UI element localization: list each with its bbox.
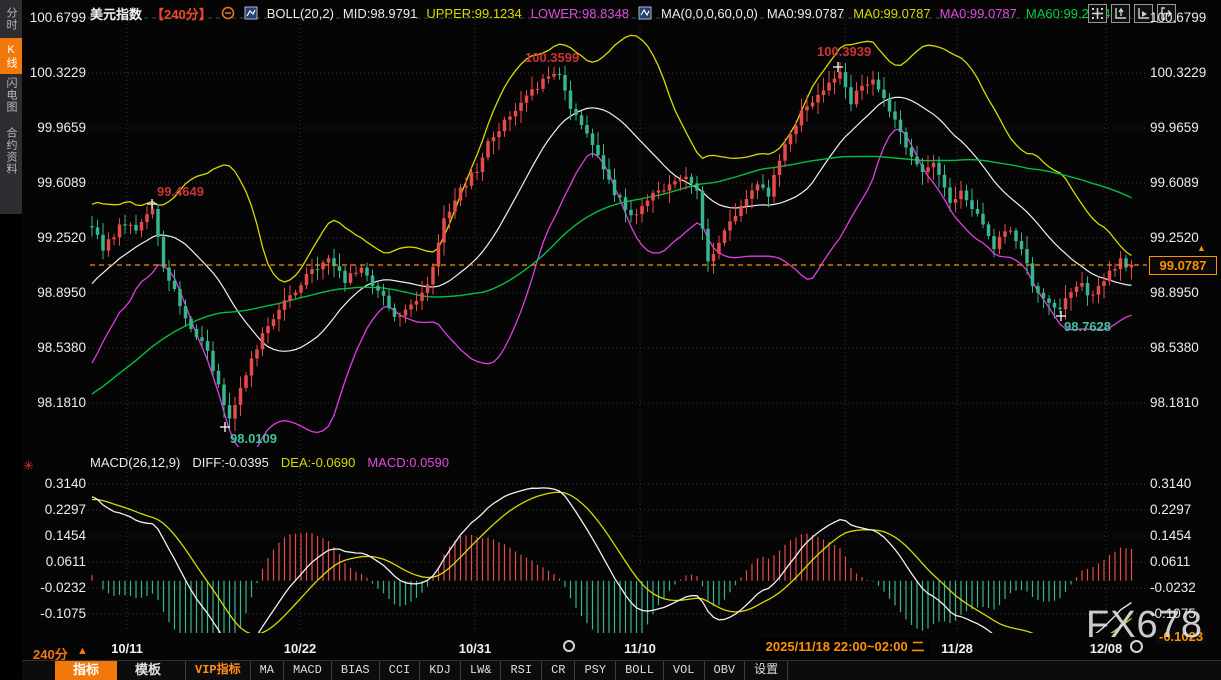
axis-label: 0.2297 xyxy=(1150,502,1191,517)
axis-label: 99.6089 xyxy=(1150,175,1199,190)
boll-mid-value: MID:98.9791 xyxy=(343,6,417,21)
instrument-title: 美元指数 xyxy=(90,4,142,23)
ma0-value-1: MA0:99.0787 xyxy=(767,6,844,21)
axis-label: -0.0232 xyxy=(24,580,86,595)
axis-label: 0.1454 xyxy=(1150,528,1191,543)
axis-label: 99.2520 xyxy=(24,230,86,245)
toolbar-item-vol[interactable]: VOL xyxy=(664,661,705,680)
toolbar-item-psy[interactable]: PSY xyxy=(575,661,616,680)
current-price-box: 99.0787 xyxy=(1149,256,1217,275)
xaxis-date-label: 10/31 xyxy=(459,641,492,656)
axis-label: 0.3140 xyxy=(1150,476,1191,491)
toolbar-item-cr[interactable]: CR xyxy=(542,661,575,680)
sidebar-tab-time-chart[interactable]: 分时图 xyxy=(0,2,22,36)
axis-label: 98.1810 xyxy=(24,395,86,410)
ma-label: MA(0,0,0,60,0,0) xyxy=(661,6,758,21)
macd-diff-value: DIFF:-0.0395 xyxy=(192,455,269,470)
boll-indicator-icon[interactable] xyxy=(244,6,258,20)
price-annotation: 98.0109 xyxy=(230,431,277,446)
toolbar-item-[interactable]: 设置 xyxy=(745,661,788,680)
sidebar-tab-kline-chart[interactable]: K线图 xyxy=(0,38,22,74)
crosshair-icon[interactable] xyxy=(1088,4,1107,23)
price-annotation: 99.4649 xyxy=(157,184,204,199)
toolbar-item-vip[interactable]: VIP指标 xyxy=(185,661,251,680)
axis-label: 0.0611 xyxy=(1150,554,1190,569)
candlestick-chart[interactable]: 99.4649 100.3599 100.3939 98.0109 98.7628 xyxy=(0,0,1221,679)
axis-label: 100.6799 xyxy=(24,10,86,25)
axis-label: 99.9659 xyxy=(24,120,86,135)
xaxis-date-label: 11/28 xyxy=(941,641,973,656)
sidebar: 分时图 K线图 闪电图 合约资料 xyxy=(0,0,22,679)
axis-label: 100.6799 xyxy=(1150,10,1206,25)
axis-label: 100.3229 xyxy=(1150,65,1206,80)
axis-label: 98.8950 xyxy=(1150,285,1199,300)
current-price-arrow-icon: ▲ xyxy=(1197,243,1206,253)
axis-label: 99.6089 xyxy=(24,175,86,190)
ma0-value-2: MA0:99.0787 xyxy=(853,6,930,21)
axis-label: 98.5380 xyxy=(24,340,86,355)
indicator-settings-icon[interactable]: ✳ xyxy=(23,459,34,474)
axis-label: 98.1810 xyxy=(1150,395,1199,410)
xaxis-date-label: 10/11 xyxy=(111,641,143,656)
axis-label: 99.2520 xyxy=(1150,230,1199,245)
toolbar-item-rsi[interactable]: RSI xyxy=(501,661,542,680)
boll-upper-value: UPPER:99.1234 xyxy=(426,6,521,21)
axis-label: 98.5380 xyxy=(1150,340,1199,355)
axis-label: 100.3229 xyxy=(24,65,86,80)
toolbar-item-kdj[interactable]: KDJ xyxy=(420,661,461,680)
boll-label: BOLL(20,2) xyxy=(267,6,334,21)
price-annotation: 100.3599 xyxy=(525,50,579,65)
xaxis-date-label: 10/22 xyxy=(284,641,317,656)
axis-label: 0.3140 xyxy=(24,476,86,491)
axis-label: 0.0611 xyxy=(24,554,86,569)
macd-macd-value: MACD:0.0590 xyxy=(367,455,449,470)
axis-label: -0.0232 xyxy=(1150,580,1196,595)
axis-scale-icon[interactable] xyxy=(1111,4,1130,23)
xaxis-date-label: 11/10 xyxy=(624,641,656,656)
axis-label: 99.9659 xyxy=(1150,120,1199,135)
toolbar-tab-indicators[interactable]: 指标 xyxy=(55,661,117,680)
ma0-value-3: MA0:99.0787 xyxy=(940,6,1017,21)
period-badge[interactable]: 【240分】 xyxy=(151,4,212,23)
toolbar-item-lw[interactable]: LW& xyxy=(461,661,502,680)
toolbar-item-obv[interactable]: OBV xyxy=(705,661,746,680)
toolbar-item-bias[interactable]: BIAS xyxy=(332,661,380,680)
crosshair-time-label: 2025/11/18 22:00~02:00 二 xyxy=(761,638,930,655)
toolbar-item-ma[interactable]: MA xyxy=(251,661,284,680)
boll-lower-value: LOWER:98.8348 xyxy=(531,6,629,21)
toolbar-item-boll[interactable]: BOLL xyxy=(616,661,664,680)
axis-label: -0.1075 xyxy=(24,606,86,621)
fx678-watermark: FX678 xyxy=(1086,604,1203,647)
minus-circle-icon[interactable] xyxy=(221,6,235,20)
price-annotation: 98.7628 xyxy=(1064,319,1111,334)
sidebar-tab-lightning-chart[interactable]: 闪电图 xyxy=(0,77,22,113)
toolbar-item-cci[interactable]: CCI xyxy=(380,661,421,680)
macd-dea-value: DEA:-0.0690 xyxy=(281,455,355,470)
toolbar-tab-templates[interactable]: 模板 xyxy=(117,661,179,680)
bottom-toolbar: 指标 模板 VIP指标MAMACDBIASCCIKDJLW&RSICRPSYBO… xyxy=(22,660,1221,680)
pane-resize-handle[interactable] xyxy=(563,640,575,652)
chart-header: 美元指数 【240分】 BOLL(20,2) MID:98.9791 UPPER… xyxy=(90,4,1110,22)
macd-header: MACD(26,12,9) DIFF:-0.0395 DEA:-0.0690 M… xyxy=(90,455,449,470)
axis-label: 0.2297 xyxy=(24,502,86,517)
period-arrow-icon[interactable]: ▲ xyxy=(77,645,88,657)
axis-label: 0.1454 xyxy=(24,528,86,543)
sidebar-tab-contract-info[interactable]: 合约资料 xyxy=(0,116,22,186)
axis-label: 98.8950 xyxy=(24,285,86,300)
price-annotation: 100.3939 xyxy=(817,44,871,59)
macd-label: MACD(26,12,9) xyxy=(90,455,180,470)
toolbar-item-macd[interactable]: MACD xyxy=(284,661,332,680)
ma-indicator-icon[interactable] xyxy=(638,6,652,20)
